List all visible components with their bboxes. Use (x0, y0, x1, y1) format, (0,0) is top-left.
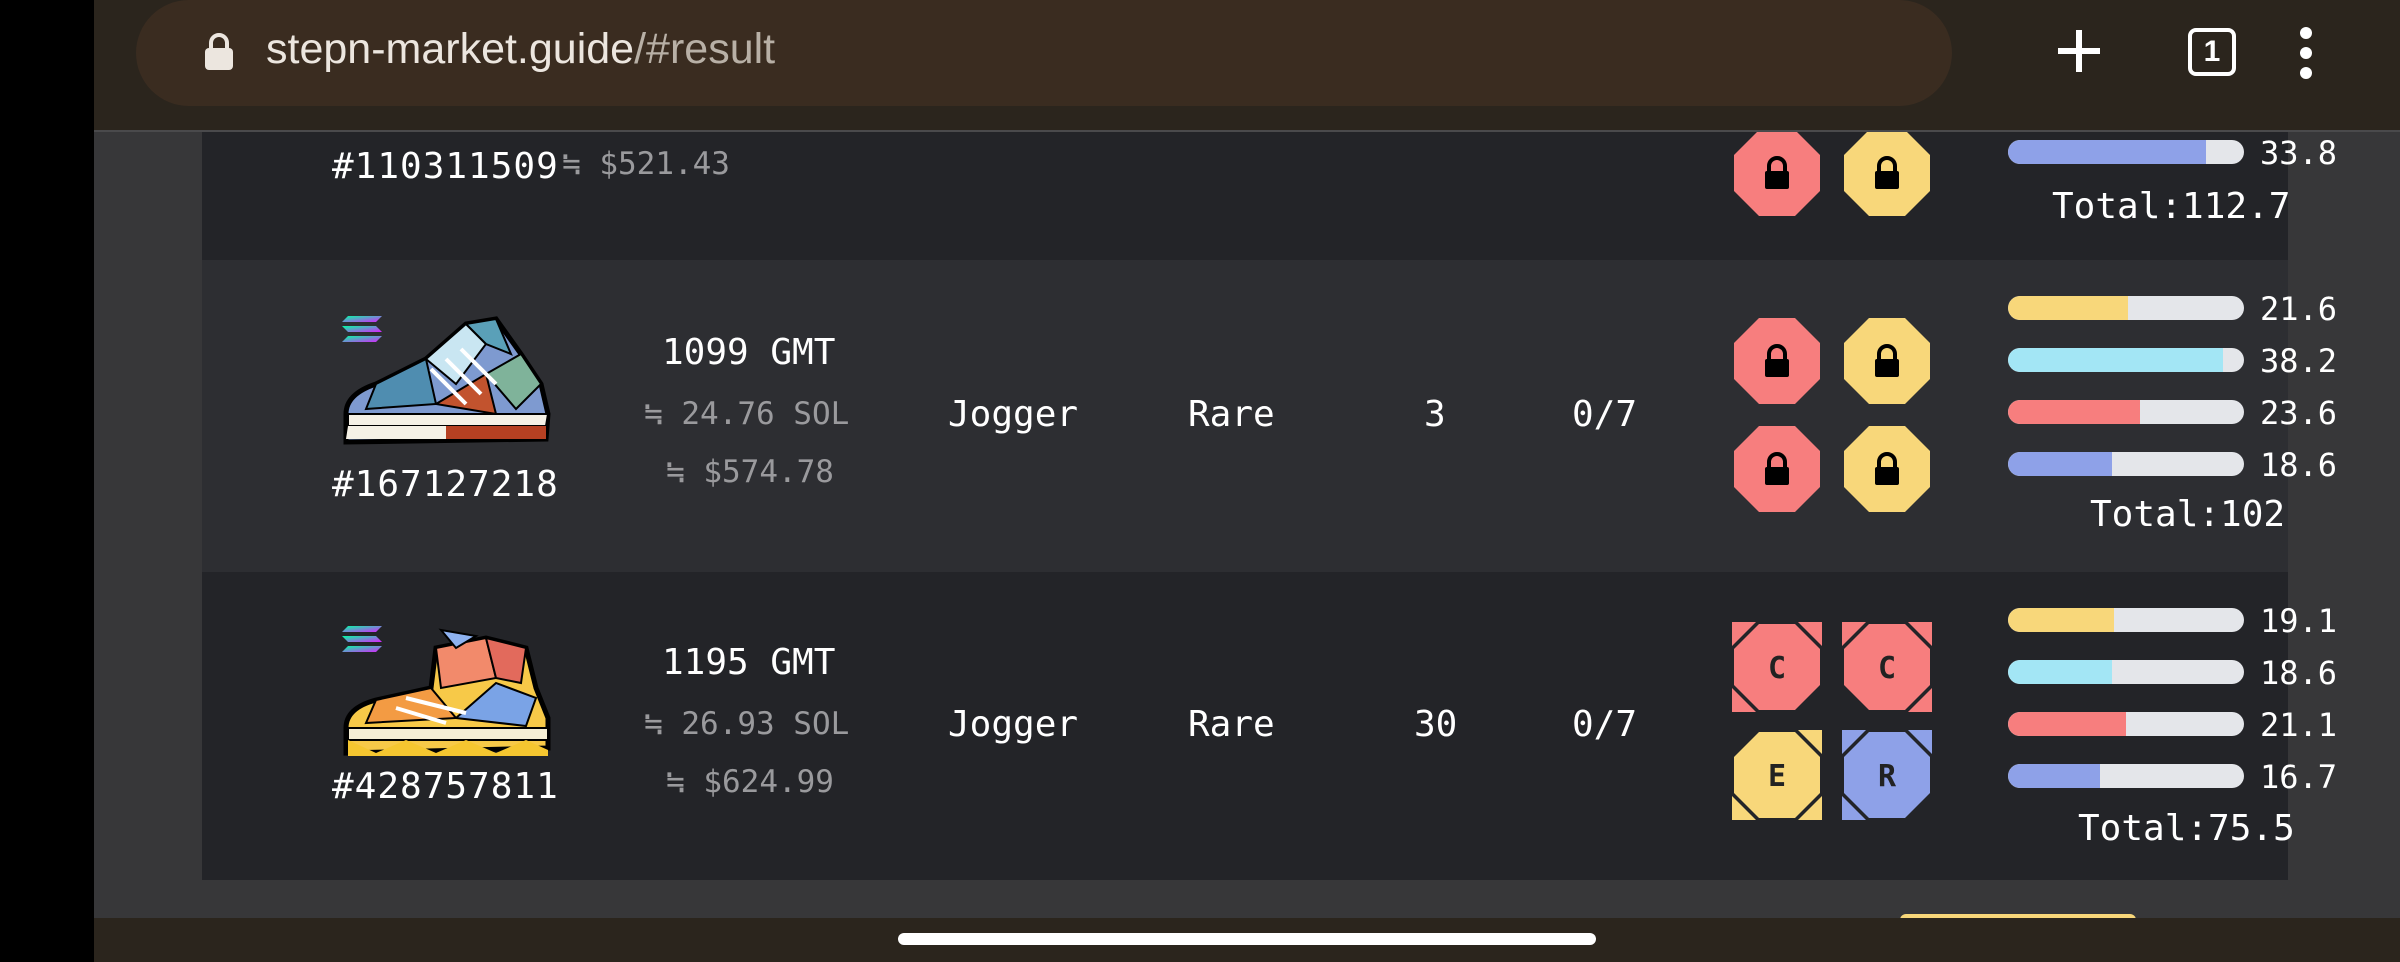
sneaker-image (343, 628, 551, 756)
url-domain: stepn-market.guide (266, 25, 635, 73)
attribute-value: 16.7 (2260, 758, 2338, 796)
shoe-level: 3 (1424, 394, 1446, 435)
price-usd: ≒ $624.99 (666, 764, 834, 800)
gem-socket[interactable] (1842, 316, 1932, 406)
gem-label: C (1768, 651, 1786, 686)
total-attributes: Total:75.5 (2078, 808, 2295, 849)
address-bar[interactable]: stepn-market.guide/#result (136, 0, 1952, 106)
shoe-type: Jogger (948, 394, 1079, 435)
mint-count: 0/7 (1572, 704, 1638, 745)
shoe-id: #110311509 (332, 146, 559, 187)
mint-count: 0/7 (1572, 394, 1638, 435)
gem-socket[interactable] (1842, 128, 1932, 218)
price-usd: ≒ $521.43 (562, 146, 730, 182)
gem-socket[interactable] (1842, 424, 1932, 514)
total-attributes: Total:112.7 (2052, 186, 2291, 227)
gem-socket[interactable]: E (1732, 730, 1822, 820)
new-tab-button[interactable] (2054, 26, 2104, 76)
table-row[interactable]: #110311509 ≒ $521.43 33.8 Total:112.7 (202, 128, 2337, 260)
attribute-value: 21.6 (2260, 290, 2338, 328)
attribute-value: 19.1 (2260, 602, 2338, 640)
attribute-value: 18.6 (2260, 654, 2338, 692)
attribute-value: 33.8 (2260, 134, 2338, 172)
attribute-bar-comfort (2008, 712, 2244, 736)
attribute-value: 23.6 (2260, 394, 2338, 432)
attribute-bar-efficiency (2008, 296, 2244, 320)
attribute-bar-luck (2008, 348, 2244, 372)
attribute-value: 38.2 (2260, 342, 2338, 380)
shoe-type: Jogger (948, 704, 1079, 745)
gem-socket[interactable] (1732, 316, 1822, 406)
attribute-bar-comfort (2008, 400, 2244, 424)
price-gmt: 1099 GMT (662, 332, 836, 373)
price-gmt: 1195 GMT (662, 642, 836, 683)
attribute-value: 21.1 (2260, 706, 2338, 744)
attribute-bar-efficiency (2008, 608, 2244, 632)
shoe-id: #428757811 (332, 766, 559, 807)
url-text[interactable]: stepn-market.guide/#result (266, 25, 775, 74)
total-attributes: Total:102 (2090, 494, 2286, 535)
shoe-id: #167127218 (332, 464, 559, 505)
attribute-bar-resilience (2008, 140, 2244, 164)
table-row[interactable]: #428757811 1195 GMT ≒ 26.93 SOL ≒ $624.9… (202, 572, 2337, 880)
shoe-rarity: Rare (1188, 394, 1275, 435)
attribute-bar-luck (2008, 660, 2244, 684)
url-path: /#result (634, 25, 776, 73)
price-sol: ≒ 26.93 SOL (644, 706, 850, 742)
gem-socket[interactable]: C (1732, 622, 1822, 712)
gem-socket[interactable]: R (1842, 730, 1932, 820)
gem-label: R (1878, 759, 1897, 794)
attribute-bar-resilience (2008, 764, 2244, 788)
price-sol: ≒ 24.76 SOL (644, 396, 850, 432)
price-usd: ≒ $574.78 (666, 454, 834, 490)
sneaker-image (343, 316, 551, 445)
browser-toolbar: stepn-market.guide/#result 1 (94, 0, 2400, 132)
table-row[interactable]: #167127218 1099 GMT ≒ 24.76 SOL ≒ $574.7… (202, 260, 2337, 572)
gem-socket[interactable]: C (1842, 622, 1932, 712)
browser-viewport: #110311509 ≒ $521.43 33.8 Total:112.7 #1… (94, 0, 2400, 962)
shoe-level: 30 (1414, 704, 1458, 745)
gem-label: C (1878, 651, 1896, 686)
gem-socket[interactable] (1732, 424, 1822, 514)
attribute-value: 18.6 (2260, 446, 2338, 484)
gem-socket[interactable] (1732, 128, 1822, 218)
tab-switcher-button[interactable]: 1 (2188, 28, 2236, 76)
home-indicator[interactable] (898, 933, 1596, 945)
more-menu-icon[interactable] (2294, 26, 2318, 80)
attribute-bar-resilience (2008, 452, 2244, 476)
shoe-rarity: Rare (1188, 704, 1275, 745)
gem-label: E (1768, 759, 1786, 794)
lock-icon (205, 33, 233, 70)
